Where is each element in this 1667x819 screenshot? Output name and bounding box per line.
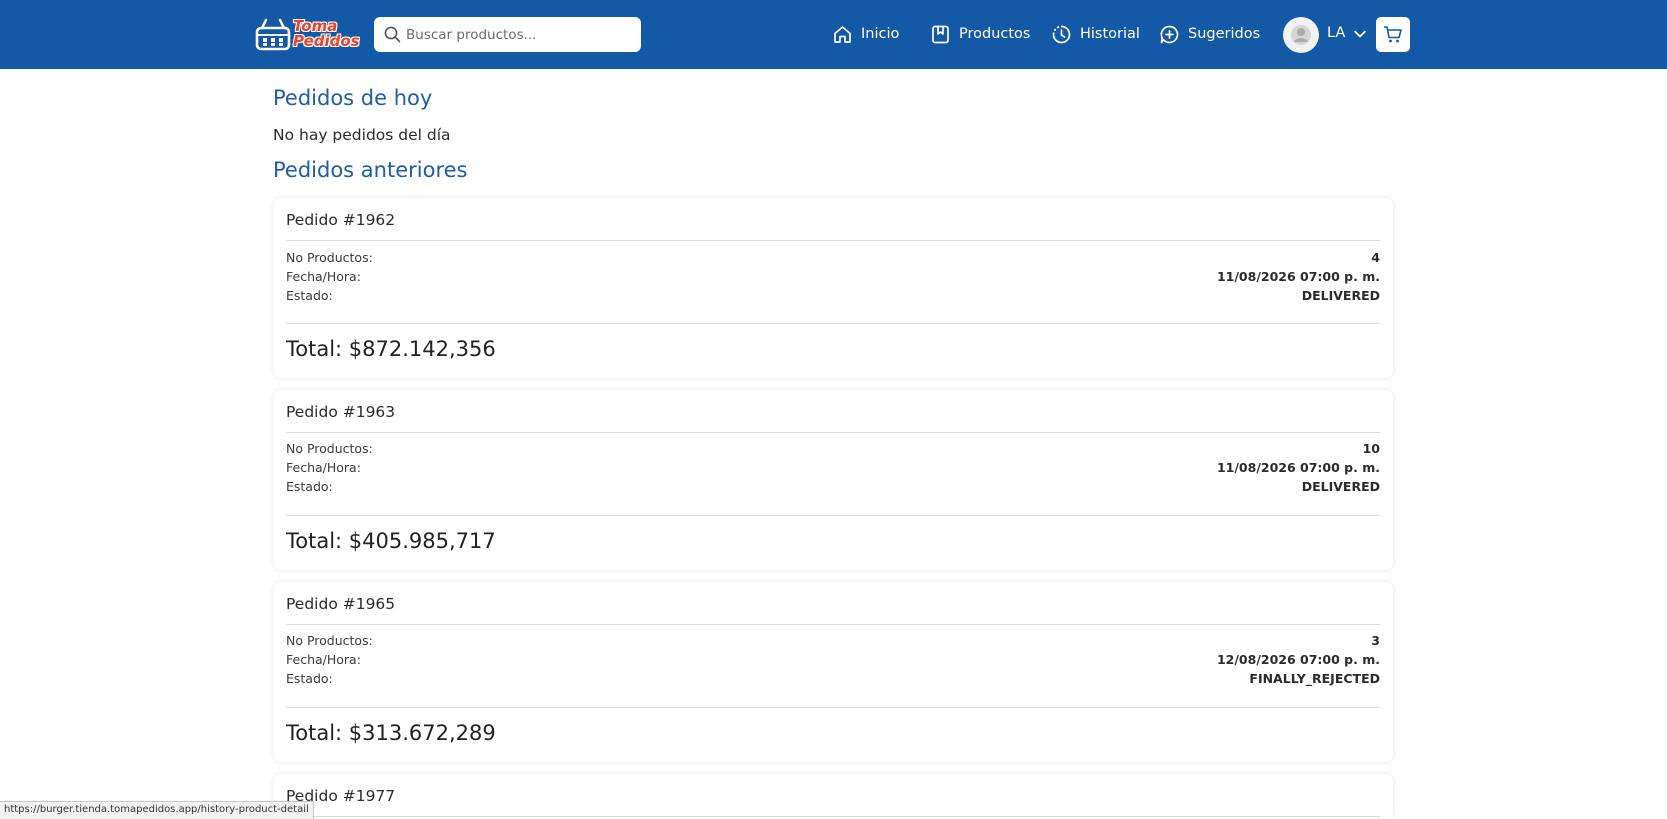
nav-historial[interactable]: Historial (1051, 22, 1140, 46)
products-value: 10 (1362, 441, 1380, 456)
order-card[interactable]: Pedido #1965 No Productos: 3 Fecha/Hora:… (273, 582, 1393, 762)
user-avatar-icon (1291, 25, 1311, 45)
brand-logo-text: Toma Pedidos (293, 17, 360, 50)
nav-productos-label: Productos (959, 26, 1031, 42)
order-title: Pedido #1962 (286, 211, 396, 229)
order-card[interactable]: Pedido #1963 No Productos: 10 Fecha/Hora… (273, 390, 1393, 570)
status-value: DELIVERED (1301, 479, 1380, 494)
divider (286, 816, 1380, 817)
search-bar (374, 17, 641, 52)
order-total: Total: $405.985,717 (286, 529, 496, 553)
divider (286, 432, 1380, 433)
order-products-row: No Productos: 10 (286, 441, 1380, 459)
order-datetime-row: Fecha/Hora: 12/08/2026 07:00 p. m. (286, 652, 1380, 670)
home-icon (834, 25, 851, 43)
order-total: Total: $313.672,289 (286, 721, 496, 745)
user-initials[interactable]: LA (1327, 25, 1345, 41)
status-bar-url: https://burger.tienda.tomapedidos.app/hi… (0, 801, 314, 819)
datetime-value: 11/08/2026 07:00 p. m. (1216, 460, 1380, 475)
search-input[interactable] (406, 17, 634, 52)
today-orders-heading: Pedidos de hoy (273, 86, 433, 110)
order-products-row: No Productos: 3 (286, 633, 1380, 651)
basket-icon (255, 18, 291, 51)
nav-sugeridos[interactable]: Sugeridos (1159, 22, 1260, 46)
datetime-value: 12/08/2026 07:00 p. m. (1216, 652, 1380, 667)
datetime-label: Fecha/Hora: (286, 269, 361, 284)
search-icon (384, 26, 401, 43)
order-datetime-row: Fecha/Hora: 11/08/2026 07:00 p. m. (286, 460, 1380, 478)
nav-inicio[interactable]: Inicio (832, 22, 899, 46)
products-label: No Productos: (286, 633, 373, 648)
cart-button[interactable] (1376, 17, 1410, 52)
cart-icon (1383, 26, 1402, 43)
status-value: FINALLY_REJECTED (1249, 671, 1380, 686)
top-navbar: Toma Pedidos Inicio Productos Historial (0, 0, 1667, 69)
order-products-row: No Productos: 4 (286, 250, 1380, 268)
divider (286, 515, 1380, 516)
brand-logo[interactable]: Toma Pedidos (255, 17, 360, 53)
chevron-down-icon[interactable] (1353, 29, 1367, 39)
order-status-row: Estado: FINALLY_REJECTED (286, 671, 1380, 689)
today-empty-message: No hay pedidos del día (273, 126, 451, 144)
order-datetime-row: Fecha/Hora: 11/08/2026 07:00 p. m. (286, 269, 1380, 287)
user-avatar[interactable] (1283, 17, 1319, 53)
divider (286, 707, 1380, 708)
order-title: Pedido #1965 (286, 595, 396, 613)
datetime-label: Fecha/Hora: (286, 652, 361, 667)
order-card[interactable]: Pedido #1962 No Productos: 4 Fecha/Hora:… (273, 198, 1393, 378)
status-label: Estado: (286, 671, 333, 686)
divider (286, 624, 1380, 625)
divider (286, 323, 1380, 324)
datetime-label: Fecha/Hora: (286, 460, 361, 475)
status-value: DELIVERED (1301, 288, 1380, 303)
order-card[interactable]: Pedido #1977 (273, 774, 1393, 819)
order-status-row: Estado: DELIVERED (286, 479, 1380, 497)
order-title: Pedido #1963 (286, 403, 396, 421)
products-label: No Productos: (286, 250, 373, 265)
order-status-row: Estado: DELIVERED (286, 288, 1380, 306)
order-total: Total: $872.142,356 (286, 337, 496, 361)
status-label: Estado: (286, 288, 333, 303)
status-label: Estado: (286, 479, 333, 494)
nav-inicio-label: Inicio (861, 26, 900, 42)
history-icon (1052, 25, 1071, 43)
products-label: No Productos: (286, 441, 373, 456)
previous-orders-heading: Pedidos anteriores (273, 158, 468, 182)
products-value: 4 (1371, 250, 1380, 265)
nav-productos[interactable]: Productos (930, 22, 1030, 46)
nav-sugeridos-label: Sugeridos (1188, 26, 1261, 42)
products-value: 3 (1371, 633, 1380, 648)
divider (286, 240, 1380, 241)
plus-circle-icon (1160, 25, 1179, 43)
bookmark-icon (932, 25, 949, 43)
nav-historial-label: Historial (1080, 26, 1140, 42)
datetime-value: 11/08/2026 07:00 p. m. (1216, 269, 1380, 284)
